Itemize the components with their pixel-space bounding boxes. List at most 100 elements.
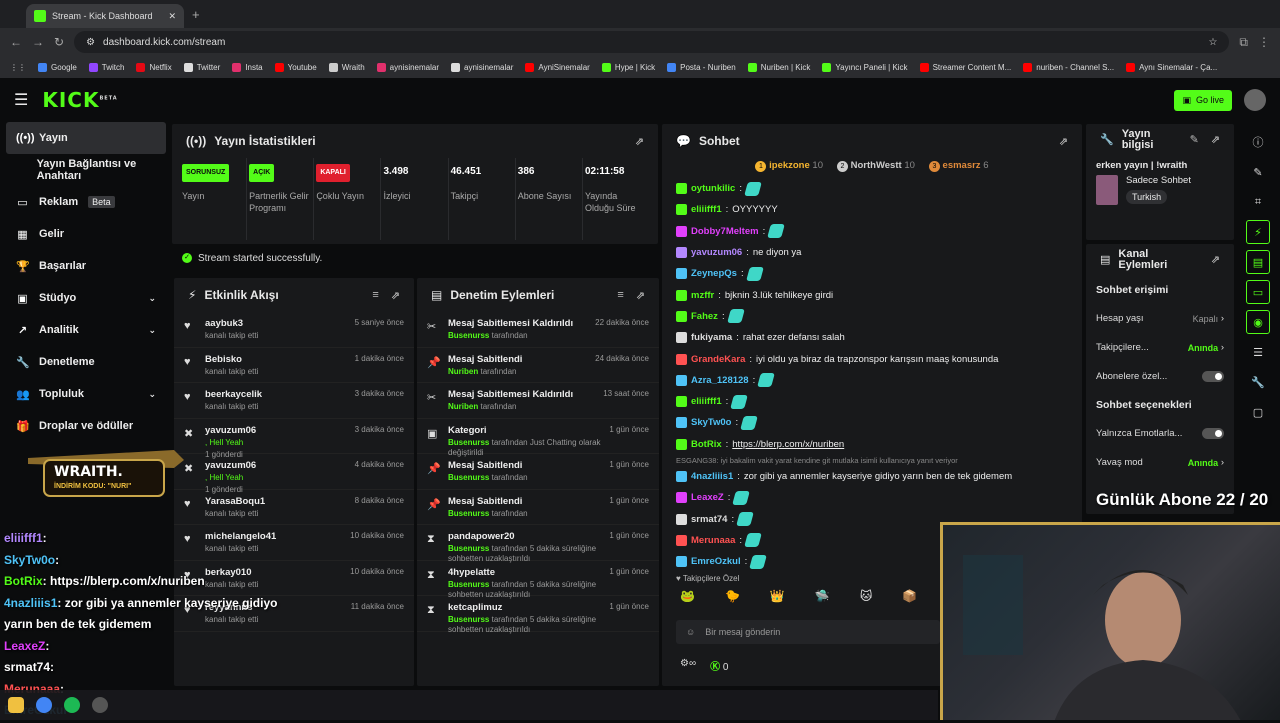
chat-username[interactable]: BotRix — [691, 439, 722, 450]
mod-action-row[interactable]: ⧗ pandapower20 Busenurss tarafından 5 daki… — [417, 525, 659, 563]
bookmark-item[interactable]: AyniSinemalar — [525, 62, 590, 72]
spotify-icon[interactable] — [64, 697, 80, 713]
chat-message[interactable]: Fahez: — [662, 306, 1082, 327]
chat-message[interactable]: Dobby7Meltem: — [662, 221, 1082, 242]
chevron-down-icon[interactable]: ⌄ — [148, 389, 156, 400]
chat-message[interactable]: LeaxeZ: — [662, 487, 1082, 508]
chat-username[interactable]: LeaxeZ — [691, 492, 724, 503]
bookmark-item[interactable]: Youtube — [274, 62, 317, 72]
sidebar-item[interactable]: ▭ Reklam Beta — [0, 186, 172, 218]
chat-username[interactable]: yavuzum06 — [691, 247, 742, 258]
window-icon[interactable]: ▢ — [1246, 400, 1270, 424]
reload-icon[interactable]: ↻ — [54, 35, 64, 49]
sidebar-item[interactable]: ▦ Gelir — [0, 218, 172, 250]
apps-icon[interactable]: ⋮⋮ — [10, 63, 26, 72]
activity-row[interactable]: ✖ yavuzum06, Hell Yeah 1 gönderdi 4 dakika … — [174, 454, 414, 494]
popout-icon[interactable]: ⇗ — [1059, 135, 1068, 148]
account-age-setting[interactable]: Hesap yaşı Kapalı › — [1086, 304, 1234, 333]
extensions-icon[interactable]: ⧉ — [1239, 35, 1248, 50]
chevron-down-icon[interactable]: ⌄ — [148, 293, 156, 304]
chat-username[interactable]: GrandeKara — [691, 354, 745, 365]
mod-action-row[interactable]: 📌 Mesaj Sabitlendi Busenurss tarafından 1 g… — [417, 490, 659, 525]
top-supporter[interactable]: 1 ipekzone 10 — [755, 160, 823, 172]
filter-icon[interactable]: ≡ — [372, 289, 378, 302]
chat-bubble-icon[interactable]: ▭ — [1246, 280, 1270, 304]
emote-icon[interactable]: 🛸 — [815, 589, 830, 603]
hamburger-menu-icon[interactable]: ☰ — [14, 90, 28, 110]
close-tab-icon[interactable]: ✕ — [168, 11, 176, 22]
info-icon[interactable]: ⓘ — [1246, 130, 1270, 154]
edit-icon[interactable]: ✎ — [1190, 134, 1199, 146]
chat-message[interactable]: fukiyama: rahat ezer defansı salah — [662, 327, 1082, 348]
activity-row[interactable]: ♥ YarasaBoqu1 kanalı takip etti 8 dakika ön… — [174, 490, 414, 525]
top-supporter[interactable]: 2 NorthWestt 10 — [837, 160, 915, 172]
emoji-icon[interactable]: ☺ — [686, 627, 695, 637]
lightning-icon[interactable]: ⚡ — [1246, 220, 1270, 244]
mod-action-row[interactable]: 📌 Mesaj Sabitlendi Nuriben tarafından 24 da… — [417, 348, 659, 383]
subscribers-only-toggle[interactable] — [1202, 371, 1224, 382]
slow-mode-setting[interactable]: Yavaş mod Anında › — [1086, 448, 1234, 477]
bookmark-item[interactable]: Insta — [232, 62, 263, 72]
followers-setting[interactable]: Takipçilere... Anında › — [1086, 333, 1234, 362]
bookmark-item[interactable]: Google — [38, 62, 77, 72]
tag-chip[interactable]: Turkish — [1126, 190, 1168, 204]
popout-icon[interactable]: ⇗ — [1211, 254, 1220, 266]
mod-action-row[interactable]: 📌 Mesaj Sabitlendi Busenurss tarafından 1 g… — [417, 454, 659, 490]
chat-username[interactable]: eliiifff1 — [691, 204, 722, 215]
filter-icon[interactable]: ≡ — [617, 289, 623, 302]
document-icon[interactable]: ▤ — [1246, 250, 1270, 274]
popout-icon[interactable]: ⇗ — [391, 289, 400, 302]
mod-action-row[interactable]: ⧗ 4hypelatte Busenurss tarafından 5 dakika… — [417, 561, 659, 599]
back-icon[interactable]: ← — [10, 35, 22, 49]
chat-username[interactable]: eliiifff1 — [691, 396, 722, 407]
chat-username[interactable]: oytunkilic — [691, 183, 735, 194]
bookmark-item[interactable]: Posta - Nuriben — [667, 62, 736, 72]
bookmark-item[interactable]: Yayıncı Paneli | Kick — [822, 62, 908, 72]
chat-message[interactable]: mzffr: bjknin 3.lük tehlikeye girdi — [662, 284, 1082, 305]
browser-tab[interactable]: Stream - Kick Dashboard ✕ — [26, 4, 184, 28]
bookmark-item[interactable]: aynisinemalar — [376, 62, 439, 72]
activity-row[interactable]: ♥ aaybuk3 kanalı takip etti 5 saniye önce — [174, 312, 414, 348]
mod-action-row[interactable]: ▣ Kategori Busenurss tarafından Just Chatt… — [417, 419, 659, 457]
sidebar-item[interactable]: ((•)) Yayın — [6, 122, 166, 154]
bookmark-item[interactable]: Hype | Kick — [601, 62, 655, 72]
sidebar-item[interactable]: ▣ Stüdyo ⌄ — [0, 282, 172, 314]
chat-message[interactable]: BotRix: https://blerp.com/x/nuriben — [662, 434, 1082, 455]
chat-username[interactable]: fukiyama — [691, 332, 732, 343]
popout-icon[interactable]: ⇗ — [636, 289, 645, 302]
chat-message[interactable]: Azra_128128: — [662, 370, 1082, 391]
category-name[interactable]: Sadece Sohbet — [1126, 175, 1191, 186]
bookmark-item[interactable]: Twitter — [183, 62, 220, 72]
chat-username[interactable]: Merunaaa — [691, 535, 735, 546]
chat-username[interactable]: mzffr — [691, 290, 714, 301]
kick-logo[interactable]: KICKBETA — [42, 88, 117, 112]
sidebar-item[interactable]: 🔧 Denetleme — [0, 346, 172, 378]
mod-action-row[interactable]: ✂ Mesaj Sabitlemesi Kaldırıldı Nuriben tar… — [417, 383, 659, 419]
emote-icon[interactable]: 🐤 — [725, 589, 740, 603]
bookmark-star-icon[interactable]: ☆ — [1208, 37, 1217, 48]
activity-row[interactable]: ♥ Bebisko kanalı takip etti 1 dakika önce — [174, 348, 414, 383]
bookmark-item[interactable]: Wraith — [328, 62, 365, 72]
chat-message[interactable]: GrandeKara: iyi oldu ya biraz da trapzons… — [662, 348, 1082, 369]
bookmark-item[interactable]: Nuriben | Kick — [747, 62, 810, 72]
bookmark-item[interactable]: Twitch — [88, 62, 124, 72]
bookmark-item[interactable]: Netflix — [136, 62, 172, 72]
menu-icon[interactable]: ⋮ — [1258, 35, 1270, 49]
sidebar-item[interactable]: ↗ Analitik ⌄ — [0, 314, 172, 346]
folder-icon[interactable] — [8, 697, 24, 713]
chat-username[interactable]: Azra_128128 — [691, 375, 749, 386]
go-live-button[interactable]: ▣ Go live — [1174, 89, 1232, 111]
bookmark-item[interactable]: Streamer Content M... — [919, 62, 1011, 72]
chat-message[interactable]: 4nazliiis1: zor gibi ya annemler kayseriy… — [662, 466, 1082, 487]
bookmark-item[interactable]: Aynı Sinemalar - Ça... — [1126, 62, 1217, 72]
chat-message[interactable]: ZeynepQs: — [662, 263, 1082, 284]
emote-icon[interactable]: 👑 — [770, 589, 785, 603]
activity-row[interactable]: ✖ yavuzum06, Hell Yeah 1 gönderdi 3 dakika … — [174, 419, 414, 459]
chat-username[interactable]: EmreOzkul — [691, 556, 741, 567]
activity-row[interactable]: ♥ beerkaycelik kanalı takip etti 3 dakika ö… — [174, 383, 414, 419]
bookmark-item[interactable]: aynisinemalar — [451, 62, 513, 72]
sidebar-item[interactable]: 🏆 Başarılar — [0, 250, 172, 282]
chat-message[interactable]: eliiifff1: OYYYYYY — [662, 199, 1082, 220]
mod-action-row[interactable]: ⧗ ketcaplimuz Busenurss tarafından 5 dakik… — [417, 596, 659, 634]
kick-points[interactable]: Ⓚ 0 — [710, 658, 728, 673]
